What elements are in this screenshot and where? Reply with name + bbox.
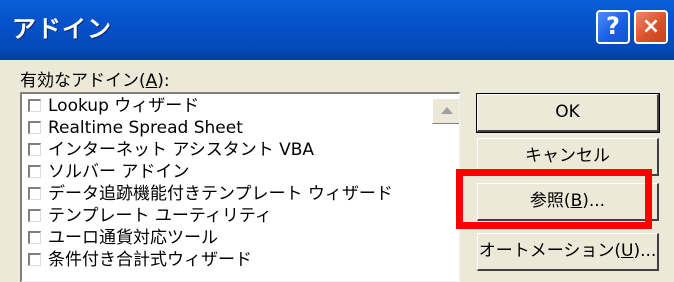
scroll-up-arrow-icon	[441, 107, 453, 114]
checkbox[interactable]	[28, 231, 41, 244]
checkbox[interactable]	[28, 253, 41, 266]
list-item-label: Realtime Spread Sheet	[48, 118, 243, 138]
list-item-label: ソルバー アドイン	[48, 162, 190, 182]
checkbox[interactable]	[28, 121, 41, 134]
addins-listbox[interactable]: Lookup ウィザード Realtime Spread Sheet インターネ…	[20, 92, 460, 282]
help-button[interactable]: ?	[596, 10, 630, 44]
scroll-up-button[interactable]	[432, 98, 459, 124]
list-item-label: インターネット アシスタント VBA	[48, 140, 315, 160]
available-addins-label: 有効なアドイン(A):	[20, 71, 170, 91]
window-title: アドイン	[12, 15, 112, 43]
close-button[interactable]: ×	[634, 10, 668, 44]
list-item-label: 条件付き合計式ウィザード	[48, 250, 252, 270]
title-bar[interactable]: アドイン ? ×	[0, 0, 674, 60]
list-item-label: ユーロ通貨対応ツール	[48, 228, 218, 248]
checkbox[interactable]	[28, 187, 41, 200]
close-icon: ×	[641, 14, 661, 39]
checkbox[interactable]	[28, 165, 41, 178]
checkbox[interactable]	[28, 99, 41, 112]
checkbox[interactable]	[28, 143, 41, 156]
help-icon: ?	[606, 12, 620, 40]
list-item-label: テンプレート ユーティリティ	[48, 206, 272, 226]
automation-button[interactable]: オートメーション(U)...	[477, 233, 659, 271]
ok-button[interactable]: OK	[476, 93, 660, 133]
list-item-label: Lookup ウィザード	[48, 96, 200, 116]
highlight-box	[456, 169, 652, 229]
list-item-label: データ追跡機能付きテンプレート ウィザード	[48, 184, 393, 204]
checkbox[interactable]	[28, 209, 41, 222]
